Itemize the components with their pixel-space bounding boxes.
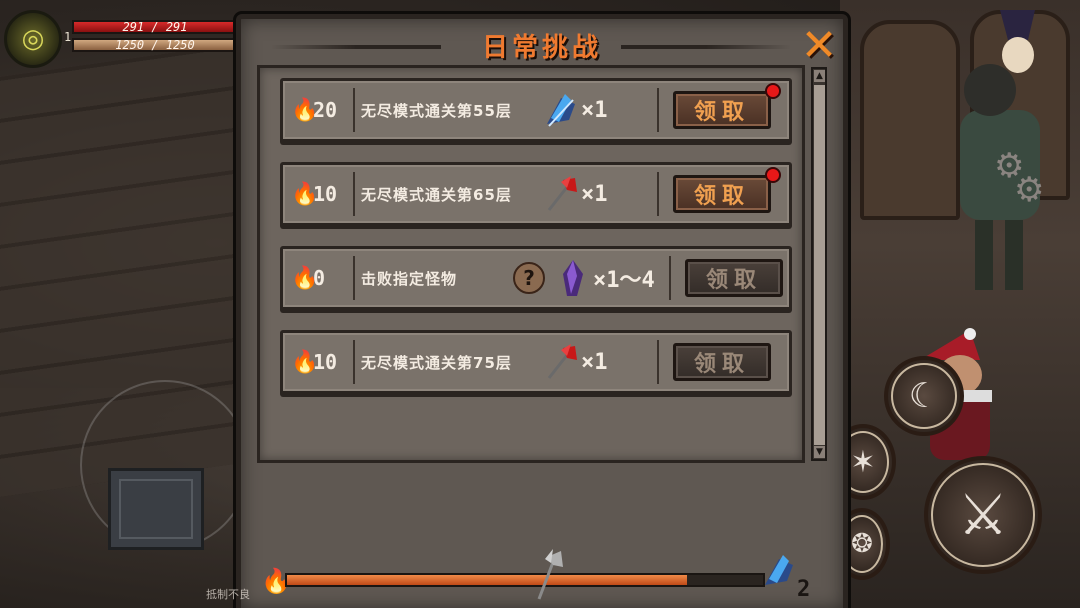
mp-bar: 1250 / 1250 (72, 38, 238, 52)
panel-title: 日常挑战 (481, 33, 602, 63)
reward-quantity: ×1 (581, 349, 608, 375)
reward-count: 2 (797, 577, 811, 602)
game-screen: ⚙ ⚙ ☾ ✶ ⚔ ❂ ◎ 1 291 / 291 1250 / 1250 日常… (0, 0, 1080, 608)
merchant-npc[interactable] (900, 0, 1080, 310)
challenge-task: 无尽模式通关第75层 (361, 353, 512, 372)
monster-hint-icon[interactable]: ? (513, 262, 545, 294)
reward-quantity: ×1 (581, 181, 608, 207)
attack-button[interactable]: ⚔ (924, 456, 1042, 574)
challenge-row: 🔥 10 无尽模式通关第75层 ×1 领取 (280, 330, 792, 394)
challenge-row: 🔥 0 击败指定怪物 ? ×1～4 领取 (280, 246, 792, 310)
challenge-task: 无尽模式通关第55层 (361, 101, 512, 120)
flame-icon: 🔥 (291, 265, 319, 291)
challenge-row: 🔥 10 无尽模式通关第65层 ×1 领取 (280, 162, 792, 226)
challenge-points: 10 (313, 182, 338, 206)
reward-quantity: ×1 (581, 97, 608, 123)
close-icon[interactable]: ✕ (795, 20, 843, 71)
skill-button-slash[interactable]: ☾ (884, 356, 964, 436)
claim-button[interactable]: 领取 (685, 259, 783, 297)
progress-fill (287, 575, 687, 585)
notification-badge (765, 167, 781, 183)
challenge-points: 0 (313, 266, 326, 290)
hp-bar: 291 / 291 (72, 20, 238, 34)
scroll-thumb[interactable] (814, 85, 825, 445)
purple-crystal-icon[interactable] (553, 256, 593, 300)
flame-icon: 🔥 (291, 181, 319, 207)
claim-button[interactable]: 领取 (673, 91, 771, 129)
reward-quantity: ×1～4 (593, 268, 655, 293)
flame-icon: 🔥 (291, 349, 319, 375)
claim-button[interactable]: 领取 (673, 343, 771, 381)
silver-battle-axe-icon[interactable] (529, 547, 569, 607)
divider (669, 256, 671, 300)
red-battle-axe-icon[interactable] (541, 340, 581, 384)
player-level: 1 (64, 30, 72, 44)
daily-challenge-panel: 日常挑战 ✕ 🔥 20 无尽模式通关第55层 ×1 领取 🔥 10 无尽模式通关… (236, 14, 848, 608)
scroll-up-arrow-icon[interactable]: ▲ (814, 70, 825, 82)
divider (353, 256, 355, 300)
activity-progress-bar (285, 573, 765, 587)
scroll-down-arrow-icon[interactable]: ▼ (814, 446, 825, 458)
challenge-points: 20 (313, 98, 338, 122)
divider (353, 172, 355, 216)
divider (657, 340, 659, 384)
notification-badge (765, 83, 781, 99)
challenge-row: 🔥 20 无尽模式通关第55层 ×1 领取 (280, 78, 792, 142)
flame-icon: 🔥 (291, 97, 319, 123)
divider (353, 340, 355, 384)
blue-claw-gauntlet-icon[interactable] (759, 551, 799, 595)
supply-crate (108, 468, 204, 550)
divider (657, 88, 659, 132)
watermark-text: 抵制不良 (206, 588, 250, 601)
list-scrollbar[interactable]: ▲ ▼ (811, 67, 827, 461)
gear-icon: ⚙ (1014, 170, 1045, 210)
red-battle-axe-icon[interactable] (541, 172, 581, 216)
divider (353, 88, 355, 132)
challenge-list[interactable]: 🔥 20 无尽模式通关第55层 ×1 领取 🔥 10 无尽模式通关第65层 ×1… (257, 65, 805, 463)
challenge-points: 10 (313, 350, 338, 374)
challenge-task: 无尽模式通关第65层 (361, 185, 512, 204)
blue-claw-gauntlet-icon[interactable] (541, 88, 581, 132)
player-emblem-icon[interactable]: ◎ (4, 10, 62, 68)
claim-button[interactable]: 领取 (673, 175, 771, 213)
divider (657, 172, 659, 216)
